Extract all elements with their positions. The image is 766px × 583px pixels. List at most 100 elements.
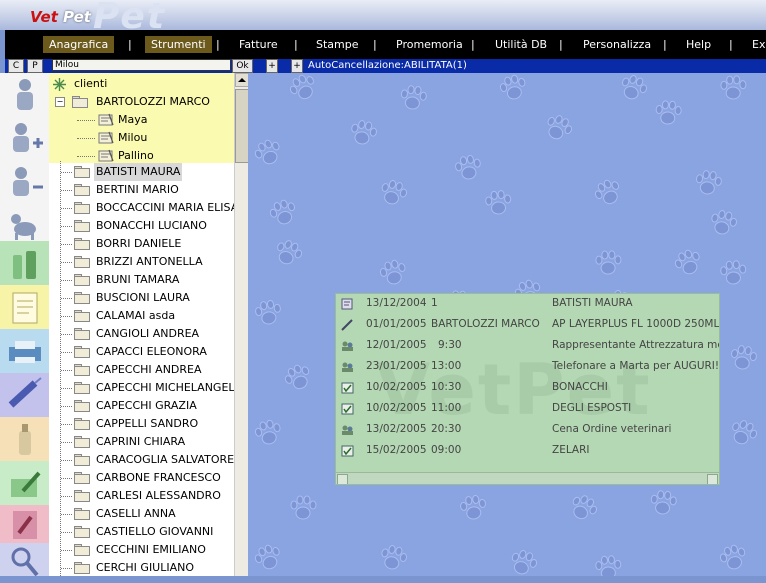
tree-client-label: BATISTI MAURA bbox=[94, 163, 183, 181]
search-input[interactable] bbox=[52, 59, 231, 71]
folder-icon bbox=[74, 490, 90, 502]
remove-person-icon[interactable] bbox=[3, 163, 47, 203]
agenda-date: 13/12/2004 bbox=[366, 297, 427, 309]
tree-client-item[interactable]: CAPECCHI GRAZIA bbox=[49, 397, 234, 415]
menu-separator: | bbox=[216, 38, 220, 51]
paw-print-icon bbox=[674, 249, 700, 275]
agenda-row[interactable]: 13/12/2004 1 BATISTI MAURA bbox=[336, 294, 719, 315]
tree-client-item[interactable]: CASTIELLO GIOVANNI bbox=[49, 523, 234, 541]
tree-connector bbox=[61, 568, 72, 569]
paw-print-icon bbox=[720, 75, 747, 100]
tree-client-item[interactable]: CAPECCHI MICHELANGELO bbox=[49, 379, 234, 397]
menu-item-fatture[interactable]: Fatture bbox=[233, 36, 284, 53]
syringe-icon[interactable] bbox=[3, 375, 47, 415]
agenda-date: 10/02/2005 bbox=[366, 402, 427, 414]
agenda-row[interactable]: 10/02/2005 10:30 BONACCHI bbox=[336, 378, 719, 399]
menu-separator: | bbox=[729, 38, 733, 51]
agenda-row[interactable]: 15/02/2005 09:00 ZELARI bbox=[336, 441, 719, 462]
tree-client-item[interactable]: CALAMAI asda bbox=[49, 307, 234, 325]
folder-icon bbox=[74, 508, 90, 520]
tree-client-label: BUSCIONI LAURA bbox=[96, 291, 190, 304]
pet-record-icon bbox=[98, 131, 114, 144]
tree-client-label: CARACOGLIA SALVATORE bbox=[96, 453, 234, 466]
tree-client-item[interactable]: BOCCACCINI MARIA ELISA bbox=[49, 199, 234, 217]
add-person-icon[interactable] bbox=[3, 119, 47, 159]
tree-client-item[interactable]: BORRI DANIELE bbox=[49, 235, 234, 253]
collapse-toggle[interactable]: − bbox=[55, 97, 65, 107]
clipboard-icon[interactable] bbox=[3, 287, 47, 327]
person-icon[interactable] bbox=[3, 75, 47, 115]
scroll-left-button[interactable] bbox=[337, 474, 348, 484]
scroll-right-button[interactable] bbox=[707, 474, 718, 484]
tree-client-item[interactable]: CARLESI ALESSANDRO bbox=[49, 487, 234, 505]
agenda-row[interactable]: 12/01/2005 9:30 Rappresentante Attrezzatur… bbox=[336, 336, 719, 357]
tree-client-item[interactable]: CARBONE FRANCESCO bbox=[49, 469, 234, 487]
tree-connector bbox=[61, 514, 72, 515]
menu-item-stampe[interactable]: Stampe bbox=[310, 36, 365, 53]
tree-client-expanded[interactable]: − BARTOLOZZI MARCO bbox=[55, 93, 230, 111]
p-button[interactable]: P bbox=[27, 59, 43, 73]
menu-item-exit[interactable]: Exit bbox=[746, 36, 766, 53]
menu-separator: | bbox=[373, 38, 377, 51]
agenda-row[interactable]: 10/02/2005 11:00 DEGLI ESPOSTI bbox=[336, 399, 719, 420]
add-button-2[interactable]: + bbox=[291, 59, 303, 73]
folder-icon bbox=[74, 418, 90, 430]
edit-icon[interactable] bbox=[3, 463, 47, 503]
tree-client-item[interactable]: CAPACCI ELEONORA bbox=[49, 343, 234, 361]
bottle-icon[interactable] bbox=[3, 419, 47, 459]
tree-client-item[interactable]: CAPRINI CHIARA bbox=[49, 433, 234, 451]
tree-client-item[interactable]: BRUNI TAMARA bbox=[49, 271, 234, 289]
agenda-row[interactable]: 13/02/2005 20:30 Cena Ordine veterinari bbox=[336, 420, 719, 441]
add-button-1[interactable]: + bbox=[266, 59, 278, 73]
tree-connector bbox=[61, 532, 72, 533]
auto-delete-status: AutoCancellazione:ABILITATA(1) bbox=[308, 60, 467, 71]
scroll-up-button[interactable] bbox=[235, 73, 249, 87]
menu-item-anagrafica[interactable]: Anagrafica bbox=[43, 36, 115, 53]
tree-client-label: BONACCHI LUCIANO bbox=[96, 219, 207, 232]
tree-scrollbar[interactable] bbox=[234, 73, 249, 576]
menu-item-help[interactable]: Help bbox=[680, 36, 717, 53]
menu-item-promemoria[interactable]: Promemoria bbox=[390, 36, 469, 53]
paw-print-icon bbox=[255, 299, 281, 325]
tree-client-item[interactable]: BUSCIONI LAURA bbox=[49, 289, 234, 307]
syringe-icon bbox=[341, 319, 353, 331]
paw-print-icon bbox=[460, 494, 486, 520]
dog-icon[interactable] bbox=[3, 203, 47, 243]
agenda-hscrollbar[interactable] bbox=[336, 472, 719, 484]
agenda-desc: DEGLI ESPOSTI bbox=[552, 402, 632, 414]
folder-icon bbox=[74, 454, 90, 466]
tree-client-item[interactable]: BRIZZI ANTONELLA bbox=[49, 253, 234, 271]
tree-client-item[interactable]: CAPECCHI ANDREA bbox=[49, 361, 234, 379]
agenda-row[interactable]: 23/01/2005 13:00 Telefonare a Marta per AU… bbox=[336, 357, 719, 378]
brush-icon[interactable] bbox=[3, 505, 47, 545]
tree-client-item[interactable]: BERTINI MARIO bbox=[49, 181, 234, 199]
tree-client-item[interactable]: BATISTI MAURA bbox=[49, 163, 234, 181]
ok-button[interactable]: Ok bbox=[232, 59, 253, 73]
tree-client-item[interactable]: CAPPELLI SANDRO bbox=[49, 415, 234, 433]
agenda-row[interactable]: 01/01/2005 BARTOLOZZI MARCO AP LAYERPLUS F… bbox=[336, 315, 719, 336]
check-icon bbox=[341, 382, 354, 394]
paw-print-icon bbox=[381, 545, 407, 570]
tree-connector bbox=[61, 316, 72, 317]
tree-client-item[interactable]: CECCHINI EMILIANO bbox=[49, 541, 234, 559]
bottles-icon[interactable] bbox=[3, 245, 47, 285]
menu-separator: | bbox=[294, 38, 298, 51]
menu-item-strumenti[interactable]: Strumenti bbox=[145, 36, 212, 53]
tree-client-item[interactable]: CASELLI ANNA bbox=[49, 505, 234, 523]
menu-item-personalizza[interactable]: Personalizza bbox=[577, 36, 657, 53]
printer-icon[interactable] bbox=[3, 331, 47, 371]
menu-item-utilit-db[interactable]: Utilità DB bbox=[489, 36, 553, 53]
tree-client-item[interactable]: CARACOGLIA SALVATORE bbox=[49, 451, 234, 469]
tree-connector bbox=[61, 298, 72, 299]
tree-connector bbox=[61, 262, 72, 263]
search-icon[interactable] bbox=[3, 543, 47, 583]
menu-separator: | bbox=[559, 38, 563, 51]
scroll-thumb[interactable] bbox=[235, 89, 249, 163]
tree-client-item[interactable]: BONACCHI LUCIANO bbox=[49, 217, 234, 235]
tree-client-item[interactable]: CANGIOLI ANDREA bbox=[49, 325, 234, 343]
c-button[interactable]: C bbox=[8, 59, 24, 73]
folder-icon bbox=[74, 436, 90, 448]
tree-client-label: CARBONE FRANCESCO bbox=[96, 471, 221, 484]
tree-client-item[interactable]: CERCHI GIULIANO bbox=[49, 559, 234, 576]
tree-client-label: CASTIELLO GIOVANNI bbox=[96, 525, 214, 538]
